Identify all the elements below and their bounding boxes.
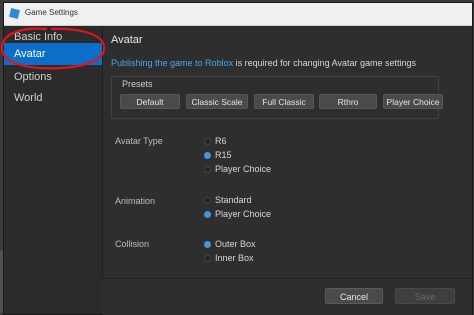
avatar-type-label: Avatar Type xyxy=(115,136,163,146)
avatar-type-r15-label: R15 xyxy=(215,150,232,160)
animation-player-choice-radio[interactable] xyxy=(204,211,211,218)
title-bar: Game Settings xyxy=(4,3,472,26)
animation-standard-label: Standard xyxy=(215,195,252,205)
publish-link[interactable]: Publishing the game to Roblox xyxy=(111,58,233,68)
collision-label: Collision xyxy=(115,239,150,249)
settings-sidebar: Basic Info Avatar Options World xyxy=(4,26,102,314)
avatar-settings-panel: Avatar Publishing the game to Roblox is … xyxy=(103,26,472,278)
save-button[interactable]: Save xyxy=(395,288,455,304)
preset-full-classic-button[interactable]: Full Classic xyxy=(254,94,314,109)
collision-inner-box-label: Inner Box xyxy=(215,253,254,263)
page-title: Avatar xyxy=(111,34,143,46)
sidebar-item-world[interactable]: World xyxy=(4,87,102,109)
publish-notice-text: is required for changing Avatar game set… xyxy=(233,58,417,68)
avatar-type-r6-radio[interactable] xyxy=(204,138,211,145)
preset-default-button[interactable]: Default xyxy=(120,94,180,109)
collision-outer-box-radio[interactable] xyxy=(204,241,211,248)
collision-outer-box-label: Outer Box xyxy=(215,239,256,249)
avatar-type-player-choice-label: Player Choice xyxy=(215,164,272,174)
animation-standard-radio[interactable] xyxy=(204,197,211,204)
presets-label: Presets xyxy=(122,79,153,89)
window-title: Game Settings xyxy=(25,8,78,17)
sidebar-item-options[interactable]: Options xyxy=(4,66,102,88)
collision-inner-box-radio[interactable] xyxy=(204,255,211,262)
game-settings-window: Game Settings Basic Info Avatar Options … xyxy=(3,2,473,315)
animation-player-choice-label: Player Choice xyxy=(215,209,272,219)
roblox-studio-icon xyxy=(9,8,20,19)
avatar-type-r6-label: R6 xyxy=(215,136,227,146)
animation-label: Animation xyxy=(115,196,156,206)
avatar-type-r15-radio[interactable] xyxy=(204,152,211,159)
preset-rthro-button[interactable]: Rthro xyxy=(319,94,377,109)
cancel-button[interactable]: Cancel xyxy=(325,288,383,304)
preset-player-choice-button[interactable]: Player Choice xyxy=(383,94,443,109)
preset-classic-scale-button[interactable]: Classic Scale xyxy=(186,94,248,109)
dialog-footer: Cancel Save xyxy=(103,278,472,315)
publish-notice: Publishing the game to Roblox is require… xyxy=(111,58,416,68)
avatar-type-player-choice-radio[interactable] xyxy=(204,166,211,173)
sidebar-item-avatar[interactable]: Avatar xyxy=(4,43,102,65)
